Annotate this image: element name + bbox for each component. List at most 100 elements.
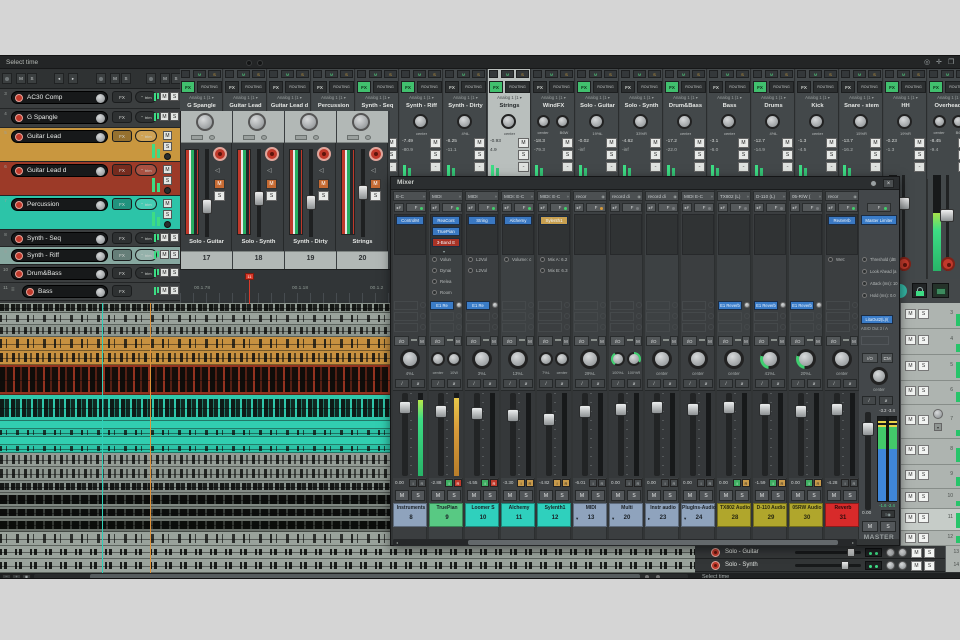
send-slot-empty[interactable] <box>394 323 418 332</box>
strip-input-label[interactable]: MIDI» <box>465 191 499 201</box>
record-arm-icon[interactable] <box>146 73 156 84</box>
strip-name-tab[interactable]: Instruments8 <box>393 503 427 527</box>
fx-bypass-button[interactable]: ▸F <box>394 203 404 212</box>
pan-knob[interactable] <box>501 114 516 129</box>
fx-button[interactable]: FX <box>112 267 132 279</box>
solo-button[interactable]: S <box>340 70 353 78</box>
track-row[interactable]: 8Synth - SeqFX⌃ trimMS <box>0 230 180 247</box>
routing-button[interactable]: ROUTING <box>417 81 442 93</box>
record-arm-icon[interactable] <box>841 70 850 78</box>
zoom-control-icon[interactable]: ◉ <box>22 574 31 579</box>
mixer-strip[interactable]: MIDI E-C»▸FFI/OMcenter/ø0.00IRMSPlugIns-… <box>681 190 715 539</box>
width-knob[interactable] <box>555 352 569 366</box>
route-config-icon[interactable]: ≡◉ <box>881 510 895 518</box>
mute-button[interactable]: M <box>853 70 866 78</box>
strip-name-tab[interactable]: Instr audio▸23 <box>645 503 679 527</box>
fader-handle[interactable] <box>306 195 316 210</box>
io-button[interactable]: I/O <box>826 336 841 346</box>
monitor-icon[interactable] <box>243 135 255 140</box>
send-slot-empty[interactable] <box>394 312 418 321</box>
pan-knob[interactable] <box>724 349 744 369</box>
send-slot-empty[interactable] <box>502 312 526 321</box>
param-row[interactable]: Mix B: 6.3 <box>538 266 570 276</box>
mute-button[interactable]: M <box>905 335 916 345</box>
solo-button[interactable]: S <box>370 191 381 201</box>
pan-knob[interactable] <box>537 115 550 128</box>
io-m-button[interactable]: ⊏M <box>881 353 893 363</box>
trim-envelope-button[interactable]: ⌃ <box>562 162 573 172</box>
volume-knob[interactable] <box>96 114 105 123</box>
mute-button[interactable]: M <box>318 179 329 189</box>
volume-slider-handle[interactable] <box>841 561 849 570</box>
fader-taper-button[interactable]: / <box>791 379 805 388</box>
mute-button[interactable]: M <box>905 415 916 425</box>
phase-button[interactable]: ø <box>735 379 749 388</box>
dock-strip[interactable]: MSFXROUTINGAnalog 1 (1 ▾Synth - Riffcent… <box>400 69 443 179</box>
strip-input-label[interactable]: recor◉ <box>825 191 859 201</box>
solo-button[interactable]: S <box>924 561 935 571</box>
strip-input-label[interactable]: TX802 (L)» <box>717 191 751 201</box>
record-arm-button[interactable] <box>15 235 23 243</box>
solo-button[interactable]: S <box>826 150 837 160</box>
trim-envelope-button[interactable]: ⌃ <box>738 162 749 172</box>
fx-enable-button[interactable]: F <box>867 203 891 212</box>
fx-enable-button[interactable]: F <box>406 203 426 212</box>
fader-handle[interactable] <box>254 191 264 206</box>
fader-taper-button[interactable]: / <box>611 379 625 388</box>
param-row[interactable]: Look Ahead (a <box>860 267 898 278</box>
solo-button[interactable]: S <box>650 150 661 160</box>
monitor-icon[interactable] <box>347 135 359 140</box>
record-arm-button[interactable] <box>941 257 955 271</box>
record-arm-button[interactable] <box>15 270 23 278</box>
pan-knob[interactable] <box>760 349 780 369</box>
fx-button[interactable]: FX <box>112 285 132 297</box>
fx-bypass-button[interactable]: ▸F <box>502 203 512 212</box>
bottom-track-row[interactable]: Solo - SynthMS14 <box>695 559 960 572</box>
fader-handle[interactable] <box>507 409 519 422</box>
trim-envelope-button[interactable]: ⌃ <box>870 162 881 172</box>
track-row[interactable]: 3AC30 CompFX⌃ trimMS <box>0 89 180 109</box>
solo-button[interactable]: S <box>918 309 929 319</box>
pan-knob[interactable] <box>933 115 946 128</box>
input-fx-button[interactable]: I <box>697 479 705 487</box>
record-arm-icon[interactable] <box>577 70 586 78</box>
right-track-row[interactable]: MS10 <box>901 489 960 509</box>
fx-button[interactable]: FX <box>445 81 459 93</box>
fx-chain-area[interactable]: ReaVerb <box>826 214 858 255</box>
phase-button[interactable]: ø <box>699 379 713 388</box>
track-name-capsule[interactable]: Guitar Lead d <box>11 164 108 177</box>
mute-button[interactable]: M <box>160 233 169 242</box>
record-mode-button[interactable]: R <box>454 479 462 487</box>
mixer-strip[interactable]: MIDI»▸FFStringL2VolL2VolE1 ReI/OM3%L/ø-4… <box>465 190 499 539</box>
trim-envelope-button[interactable]: ⌃ <box>782 162 793 172</box>
mixer-strip[interactable]: MIDI: E-C»▸FFAlchemyVolume: cI/OM13%L/ø-… <box>501 190 535 539</box>
mute-button[interactable]: M <box>827 490 841 501</box>
input-source-label[interactable]: Analog 1 (1 ▾ <box>752 95 795 102</box>
volume-knob[interactable] <box>96 235 105 244</box>
track-row[interactable]: 9Synth - RiffFX⌃ trimMS <box>0 247 180 265</box>
mute-button[interactable]: M <box>160 286 169 295</box>
mute-button[interactable]: M <box>905 492 916 502</box>
fader-handle[interactable] <box>399 401 411 414</box>
send-slot-button[interactable]: E1 Reverb <box>754 301 778 310</box>
monitor-icon[interactable] <box>295 135 307 140</box>
right-track-row[interactable]: MS4 <box>901 329 960 355</box>
send-level-knob[interactable] <box>816 302 822 308</box>
solo-button[interactable]: S <box>518 150 529 160</box>
fader-taper-button[interactable]: / <box>862 396 876 405</box>
mute-button[interactable]: M <box>647 490 661 501</box>
routing-button[interactable]: ROUTING <box>945 81 960 93</box>
fx-enable-button[interactable]: F <box>658 203 678 212</box>
input-source-label[interactable]: Analog 1 (1 ▾ <box>356 95 399 102</box>
solo-button[interactable]: S <box>447 490 461 501</box>
env-dropdown-icon[interactable]: ▾ <box>934 423 942 431</box>
fx-enable-button[interactable]: F <box>802 203 822 212</box>
fx-button[interactable]: FX <box>112 249 132 261</box>
param-row[interactable]: Threshold (dB <box>860 255 898 266</box>
strip-input-label[interactable]: E-C» <box>393 191 427 201</box>
record-mode-button[interactable]: R <box>526 479 534 487</box>
pan-knob[interactable] <box>832 349 852 369</box>
env-knob-icon[interactable] <box>164 187 171 194</box>
param-row[interactable]: Dynai <box>430 266 462 276</box>
env-icon[interactable] <box>365 135 371 140</box>
